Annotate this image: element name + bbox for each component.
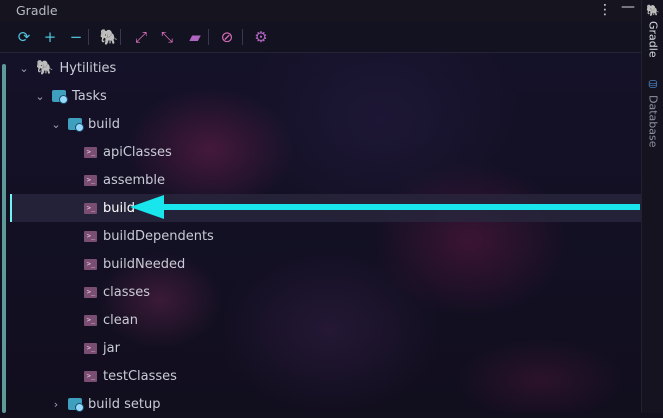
tree-item-label: clean <box>103 312 138 328</box>
task-icon: >_ <box>84 230 97 242</box>
tree-item-task[interactable]: >_ buildDependents <box>10 222 641 250</box>
tree-item-task[interactable]: >_ testClasses <box>10 362 641 390</box>
chevron-down-icon[interactable]: ⌄ <box>34 90 46 103</box>
chevron-down-icon[interactable]: ⌄ <box>50 118 62 131</box>
offline-mode-icon[interactable]: ⊘ <box>217 27 237 47</box>
more-vert-icon[interactable]: ⋮ <box>598 2 612 18</box>
expand-all-icon[interactable]: ⤢ <box>131 27 151 47</box>
tree-item-folder[interactable]: ⌄ build <box>10 110 641 138</box>
tab-database-label: Database <box>646 95 660 148</box>
task-icon: >_ <box>84 146 97 158</box>
tab-database[interactable]: ⛁ Database <box>644 78 662 148</box>
refresh-icon[interactable]: ⟳ <box>14 27 34 47</box>
tree-item-folder[interactable]: › build setup <box>10 390 641 418</box>
tree-item-label: Hytilities <box>59 60 117 76</box>
gradle-project-icon: 🐘 <box>36 60 54 76</box>
tree-item-label: build setup <box>88 396 161 412</box>
database-icon: ⛁ <box>646 78 660 91</box>
task-icon: >_ <box>84 174 97 186</box>
gradle-elephant-icon[interactable]: 🐘 <box>99 27 119 47</box>
toolbar-separator <box>88 29 89 45</box>
tree-item-task[interactable]: >_ assemble <box>10 166 641 194</box>
task-icon: >_ <box>84 342 97 354</box>
remove-icon[interactable]: − <box>66 27 86 47</box>
tree-item-label: testClasses <box>103 368 177 384</box>
tree-item-label: buildDependents <box>103 228 214 244</box>
tree-item-label: buildNeeded <box>103 256 186 272</box>
tree-item-label: classes <box>103 284 151 300</box>
task-icon: >_ <box>84 370 97 382</box>
annotation-arrow <box>130 195 640 219</box>
tree-item-label: build <box>88 116 120 132</box>
tab-gradle[interactable]: 🐘 Gradle <box>644 4 662 58</box>
task-icon: >_ <box>84 202 97 214</box>
tree-item-folder[interactable]: ⌄ Tasks <box>10 82 641 110</box>
task-icon: >_ <box>84 314 97 326</box>
toolbar-separator <box>242 29 243 45</box>
tab-gradle-label: Gradle <box>646 21 660 59</box>
tree-item-task[interactable]: >_ jar <box>10 334 641 362</box>
tree-item-task[interactable]: >_ buildNeeded <box>10 250 641 278</box>
chevron-right-icon[interactable]: › <box>50 398 62 411</box>
minimize-icon[interactable]: — <box>621 0 635 15</box>
gradle-elephant-icon: 🐘 <box>646 4 660 18</box>
tree-item-task[interactable]: >_ apiClasses <box>10 138 641 166</box>
selection-indicator <box>10 194 12 222</box>
toolbar-separator <box>120 29 121 45</box>
title-bar: Gradle ⋮ — <box>0 0 641 22</box>
chevron-down-icon[interactable]: ⌄ <box>18 62 30 75</box>
task-icon: >_ <box>84 286 97 298</box>
tree-item-label: jar <box>103 340 120 356</box>
tree-item-project[interactable]: ⌄ 🐘 Hytilities <box>10 54 641 82</box>
tree-item-label: apiClasses <box>103 144 172 160</box>
task-folder-icon <box>68 118 84 132</box>
window-title: Gradle <box>16 3 58 18</box>
tree-item-label: Tasks <box>72 88 107 104</box>
settings-icon[interactable]: ⚙ <box>251 27 271 47</box>
gradle-task-tree: ⌄ 🐘 Hytilities ⌄ Tasks ⌄ build >_ apiClasses >_ as… <box>0 52 641 413</box>
toolbar: ⟳ + − 🐘 ⤢ ⤡ ▰ ⊘ ⚙ <box>0 22 641 53</box>
collapse-all-icon[interactable]: ⤡ <box>157 27 177 47</box>
folder-icon[interactable]: ▰ <box>185 27 205 47</box>
right-tool-strip: 🐘 Gradle ⛁ Database <box>641 0 663 413</box>
tree-item-task[interactable]: >_ clean <box>10 306 641 334</box>
tree-item-label: assemble <box>103 172 166 188</box>
tree-item-task[interactable]: >_ classes <box>10 278 641 306</box>
add-icon[interactable]: + <box>40 27 60 47</box>
task-folder-icon <box>52 90 68 104</box>
toolbar-separator <box>208 29 209 45</box>
task-icon: >_ <box>84 258 97 270</box>
task-folder-icon <box>68 398 84 412</box>
